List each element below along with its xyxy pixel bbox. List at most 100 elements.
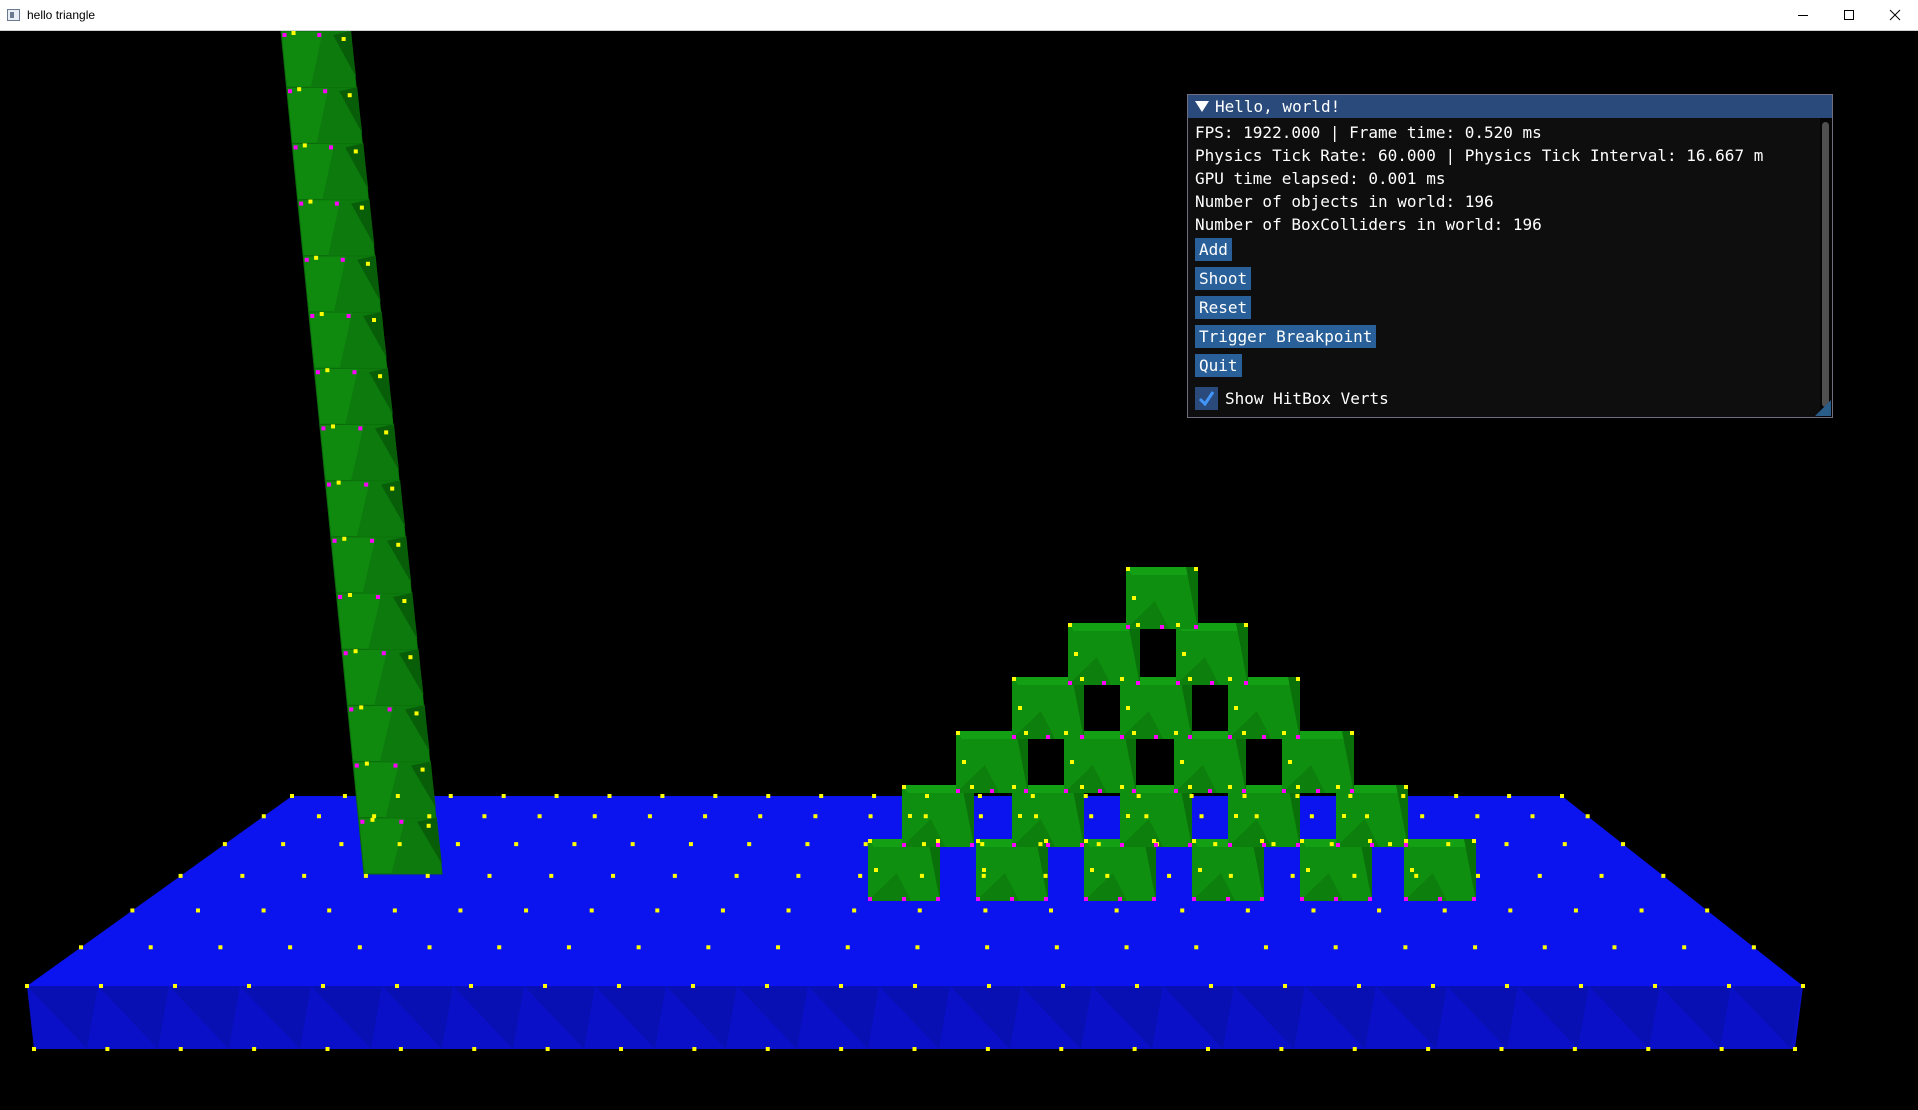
hitbox-vertex bbox=[1234, 814, 1238, 818]
add-button[interactable]: Add bbox=[1195, 238, 1232, 261]
hitbox-vertex bbox=[1260, 897, 1264, 901]
hitbox-vertex bbox=[342, 794, 347, 798]
hitbox-vertex bbox=[1242, 789, 1246, 793]
hitbox-vertex bbox=[758, 814, 763, 819]
minimize-button[interactable] bbox=[1780, 0, 1826, 30]
hitbox-vertex bbox=[352, 370, 357, 375]
hitbox-vertex bbox=[923, 814, 928, 819]
hitbox-vertex bbox=[1194, 625, 1198, 629]
hitbox-vertex bbox=[501, 794, 506, 798]
hitbox-vertex bbox=[1350, 731, 1354, 735]
hitbox-vertex bbox=[427, 814, 432, 819]
hitbox-vertex bbox=[1080, 677, 1084, 681]
hitbox-vertex bbox=[1296, 735, 1300, 739]
window-titlebar[interactable]: hello triangle bbox=[0, 0, 1918, 31]
hitbox-vertex bbox=[703, 814, 708, 819]
hitbox-vertex bbox=[636, 945, 641, 950]
resize-grip[interactable] bbox=[1815, 400, 1831, 416]
quit-button[interactable]: Quit bbox=[1195, 354, 1242, 377]
hitbox-vertex bbox=[1030, 794, 1035, 798]
hitbox-vertex bbox=[962, 760, 966, 764]
collapse-arrow-icon[interactable] bbox=[1195, 101, 1209, 112]
hitbox-vertex bbox=[325, 1047, 330, 1051]
show-hitbox-verts-checkbox[interactable] bbox=[1195, 387, 1218, 410]
panel-scrollbar[interactable] bbox=[1820, 118, 1832, 417]
hitbox-vertex bbox=[1059, 1047, 1064, 1051]
close-button[interactable] bbox=[1872, 0, 1918, 30]
show-hitbox-verts-label[interactable]: Show HitBox Verts bbox=[1225, 389, 1389, 408]
hitbox-vertex bbox=[1404, 843, 1408, 847]
hitbox-vertex bbox=[1719, 1047, 1724, 1051]
hitbox-vertex bbox=[786, 908, 791, 913]
hitbox-vertex bbox=[364, 761, 369, 766]
hitbox-vertex bbox=[349, 707, 354, 712]
hitbox-vertex bbox=[706, 945, 711, 950]
debug-panel[interactable]: Hello, world! FPS: 1922.000 | Frame time… bbox=[1187, 94, 1833, 418]
hitbox-vertex bbox=[607, 794, 612, 798]
panel-titlebar[interactable]: Hello, world! bbox=[1188, 95, 1832, 118]
hitbox-vertex bbox=[1144, 814, 1149, 819]
hitbox-vertex bbox=[1350, 789, 1354, 793]
hitbox-vertex bbox=[983, 908, 988, 913]
hitbox-vertex bbox=[1188, 785, 1192, 789]
hitbox-vertex bbox=[776, 945, 781, 950]
maximize-icon bbox=[1844, 10, 1854, 20]
hitbox-vertex bbox=[1126, 706, 1130, 710]
hitbox-vertex bbox=[1431, 984, 1435, 988]
physics-tick-stat: Physics Tick Rate: 60.000 | Physics Tick… bbox=[1195, 146, 1764, 165]
hitbox-vertex bbox=[691, 984, 695, 988]
hitbox-vertex bbox=[925, 794, 929, 798]
hitbox-vertex bbox=[1208, 789, 1212, 793]
hitbox-vertex bbox=[1300, 897, 1304, 901]
hitbox-vertex bbox=[1174, 731, 1178, 735]
hitbox-vertex bbox=[1189, 794, 1194, 798]
reset-button[interactable]: Reset bbox=[1195, 296, 1252, 319]
hitbox-vertex bbox=[1263, 945, 1268, 950]
hitbox-vertex bbox=[339, 842, 344, 847]
hitbox-vertex bbox=[497, 945, 502, 950]
hitbox-vertex bbox=[1260, 839, 1264, 843]
hitbox-vertex bbox=[1801, 984, 1805, 988]
hitbox-vertex bbox=[321, 426, 326, 431]
hitbox-vertex bbox=[1054, 945, 1059, 950]
hitbox-vertex bbox=[378, 374, 383, 379]
hitbox-vertex bbox=[252, 1047, 257, 1051]
hitbox-vertex bbox=[396, 542, 401, 547]
hitbox-vertex bbox=[1228, 785, 1232, 789]
hitbox-vertex bbox=[917, 908, 922, 913]
hitbox-vertex bbox=[1194, 945, 1199, 950]
hitbox-vertex bbox=[1388, 842, 1393, 847]
hitbox-vertex bbox=[554, 794, 559, 798]
hitbox-vertex bbox=[1473, 945, 1478, 950]
hitbox-vertex bbox=[1154, 843, 1158, 847]
hitbox-vertex bbox=[398, 1047, 403, 1051]
scrollbar-grab[interactable] bbox=[1822, 122, 1829, 407]
hitbox-vertex bbox=[1034, 814, 1039, 819]
hitbox-vertex bbox=[766, 794, 771, 798]
hitbox-vertex bbox=[868, 897, 872, 901]
hitbox-vertex bbox=[381, 651, 386, 656]
hitbox-vertex bbox=[353, 649, 358, 654]
hitbox-vertex bbox=[720, 908, 725, 913]
shoot-button[interactable]: Shoot bbox=[1195, 267, 1252, 290]
hitbox-vertex bbox=[868, 814, 873, 819]
hitbox-vertex bbox=[1152, 897, 1156, 901]
hitbox-vertex bbox=[537, 814, 542, 819]
hitbox-vertex bbox=[1296, 677, 1300, 681]
hitbox-vertex bbox=[1136, 681, 1140, 685]
maximize-button[interactable] bbox=[1826, 0, 1872, 30]
hitbox-vertex bbox=[1262, 735, 1266, 739]
hitbox-vertex bbox=[308, 199, 313, 204]
hitbox-vertex bbox=[990, 789, 994, 793]
hitbox-vertex bbox=[1404, 785, 1408, 789]
hitbox-vertex bbox=[1282, 731, 1286, 735]
hitbox-vertex bbox=[1176, 681, 1180, 685]
hitbox-vertex bbox=[1038, 842, 1043, 847]
hitbox-vertex bbox=[868, 839, 872, 843]
hitbox-vertex bbox=[1083, 794, 1088, 798]
hitbox-vertex bbox=[455, 842, 460, 847]
checkmark-icon bbox=[1198, 391, 1215, 407]
trigger-breakpoint-button[interactable]: Trigger Breakpoint bbox=[1195, 325, 1377, 348]
hitbox-vertex bbox=[1210, 681, 1214, 685]
hitbox-vertex bbox=[819, 794, 824, 798]
